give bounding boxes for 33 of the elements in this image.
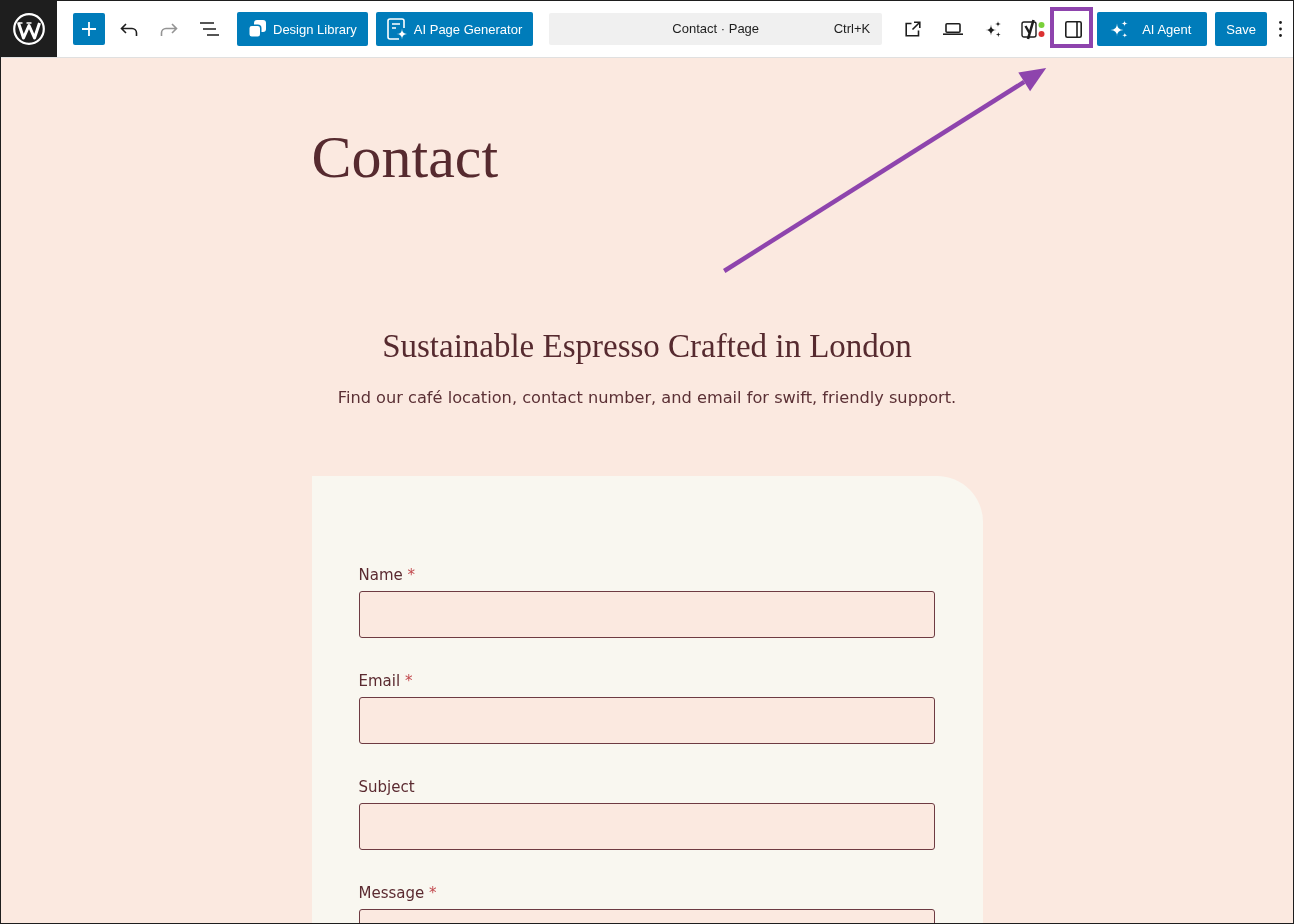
- stacked-squares-icon: [248, 20, 266, 38]
- sidebar-panel-icon: [1064, 20, 1082, 38]
- field-label: Message *: [358, 882, 438, 904]
- laptop-icon: [943, 23, 964, 35]
- redo-icon: [160, 22, 178, 36]
- add-block-button[interactable]: [73, 13, 105, 45]
- tagline: Sustainable Espresso Crafted in London: [381, 327, 913, 366]
- sparkle-icon: [985, 21, 1002, 37]
- input-field[interactable]: [358, 590, 935, 638]
- ai-agent-button[interactable]: AI Agent: [1097, 12, 1208, 46]
- input-field[interactable]: [358, 696, 935, 744]
- sparkle-icon: [1110, 20, 1129, 38]
- command-bar[interactable]: Contact · Page Ctrl+K: [549, 13, 883, 45]
- kebab-icon: [1278, 21, 1282, 37]
- page-heading: Contact: [311, 127, 500, 187]
- input-field[interactable]: [358, 802, 935, 850]
- field-label: Email *: [358, 670, 414, 692]
- intro-text: Find our café location, contact number, and email for swift, friendly support.: [336, 386, 958, 409]
- external-link-icon: [905, 21, 922, 37]
- site-logo-button[interactable]: [1, 1, 57, 57]
- save-button[interactable]: Save: [1215, 12, 1267, 46]
- document-sparkle-icon: [386, 18, 407, 40]
- undo-icon: [120, 22, 138, 36]
- document-title: Contact · Page: [672, 20, 760, 39]
- field-label: Subject: [358, 776, 416, 798]
- field-label: Name *: [358, 564, 417, 586]
- w-logo-icon: [13, 13, 45, 45]
- shortcut-hint: Ctrl+K: [833, 20, 871, 39]
- seo-status-icon: [1021, 18, 1046, 40]
- plus-icon: [82, 22, 96, 36]
- list-view-icon: [199, 22, 219, 36]
- design-library-button[interactable]: Design Library: [237, 12, 368, 46]
- page-generator-button[interactable]: AI Page Generator: [375, 12, 534, 46]
